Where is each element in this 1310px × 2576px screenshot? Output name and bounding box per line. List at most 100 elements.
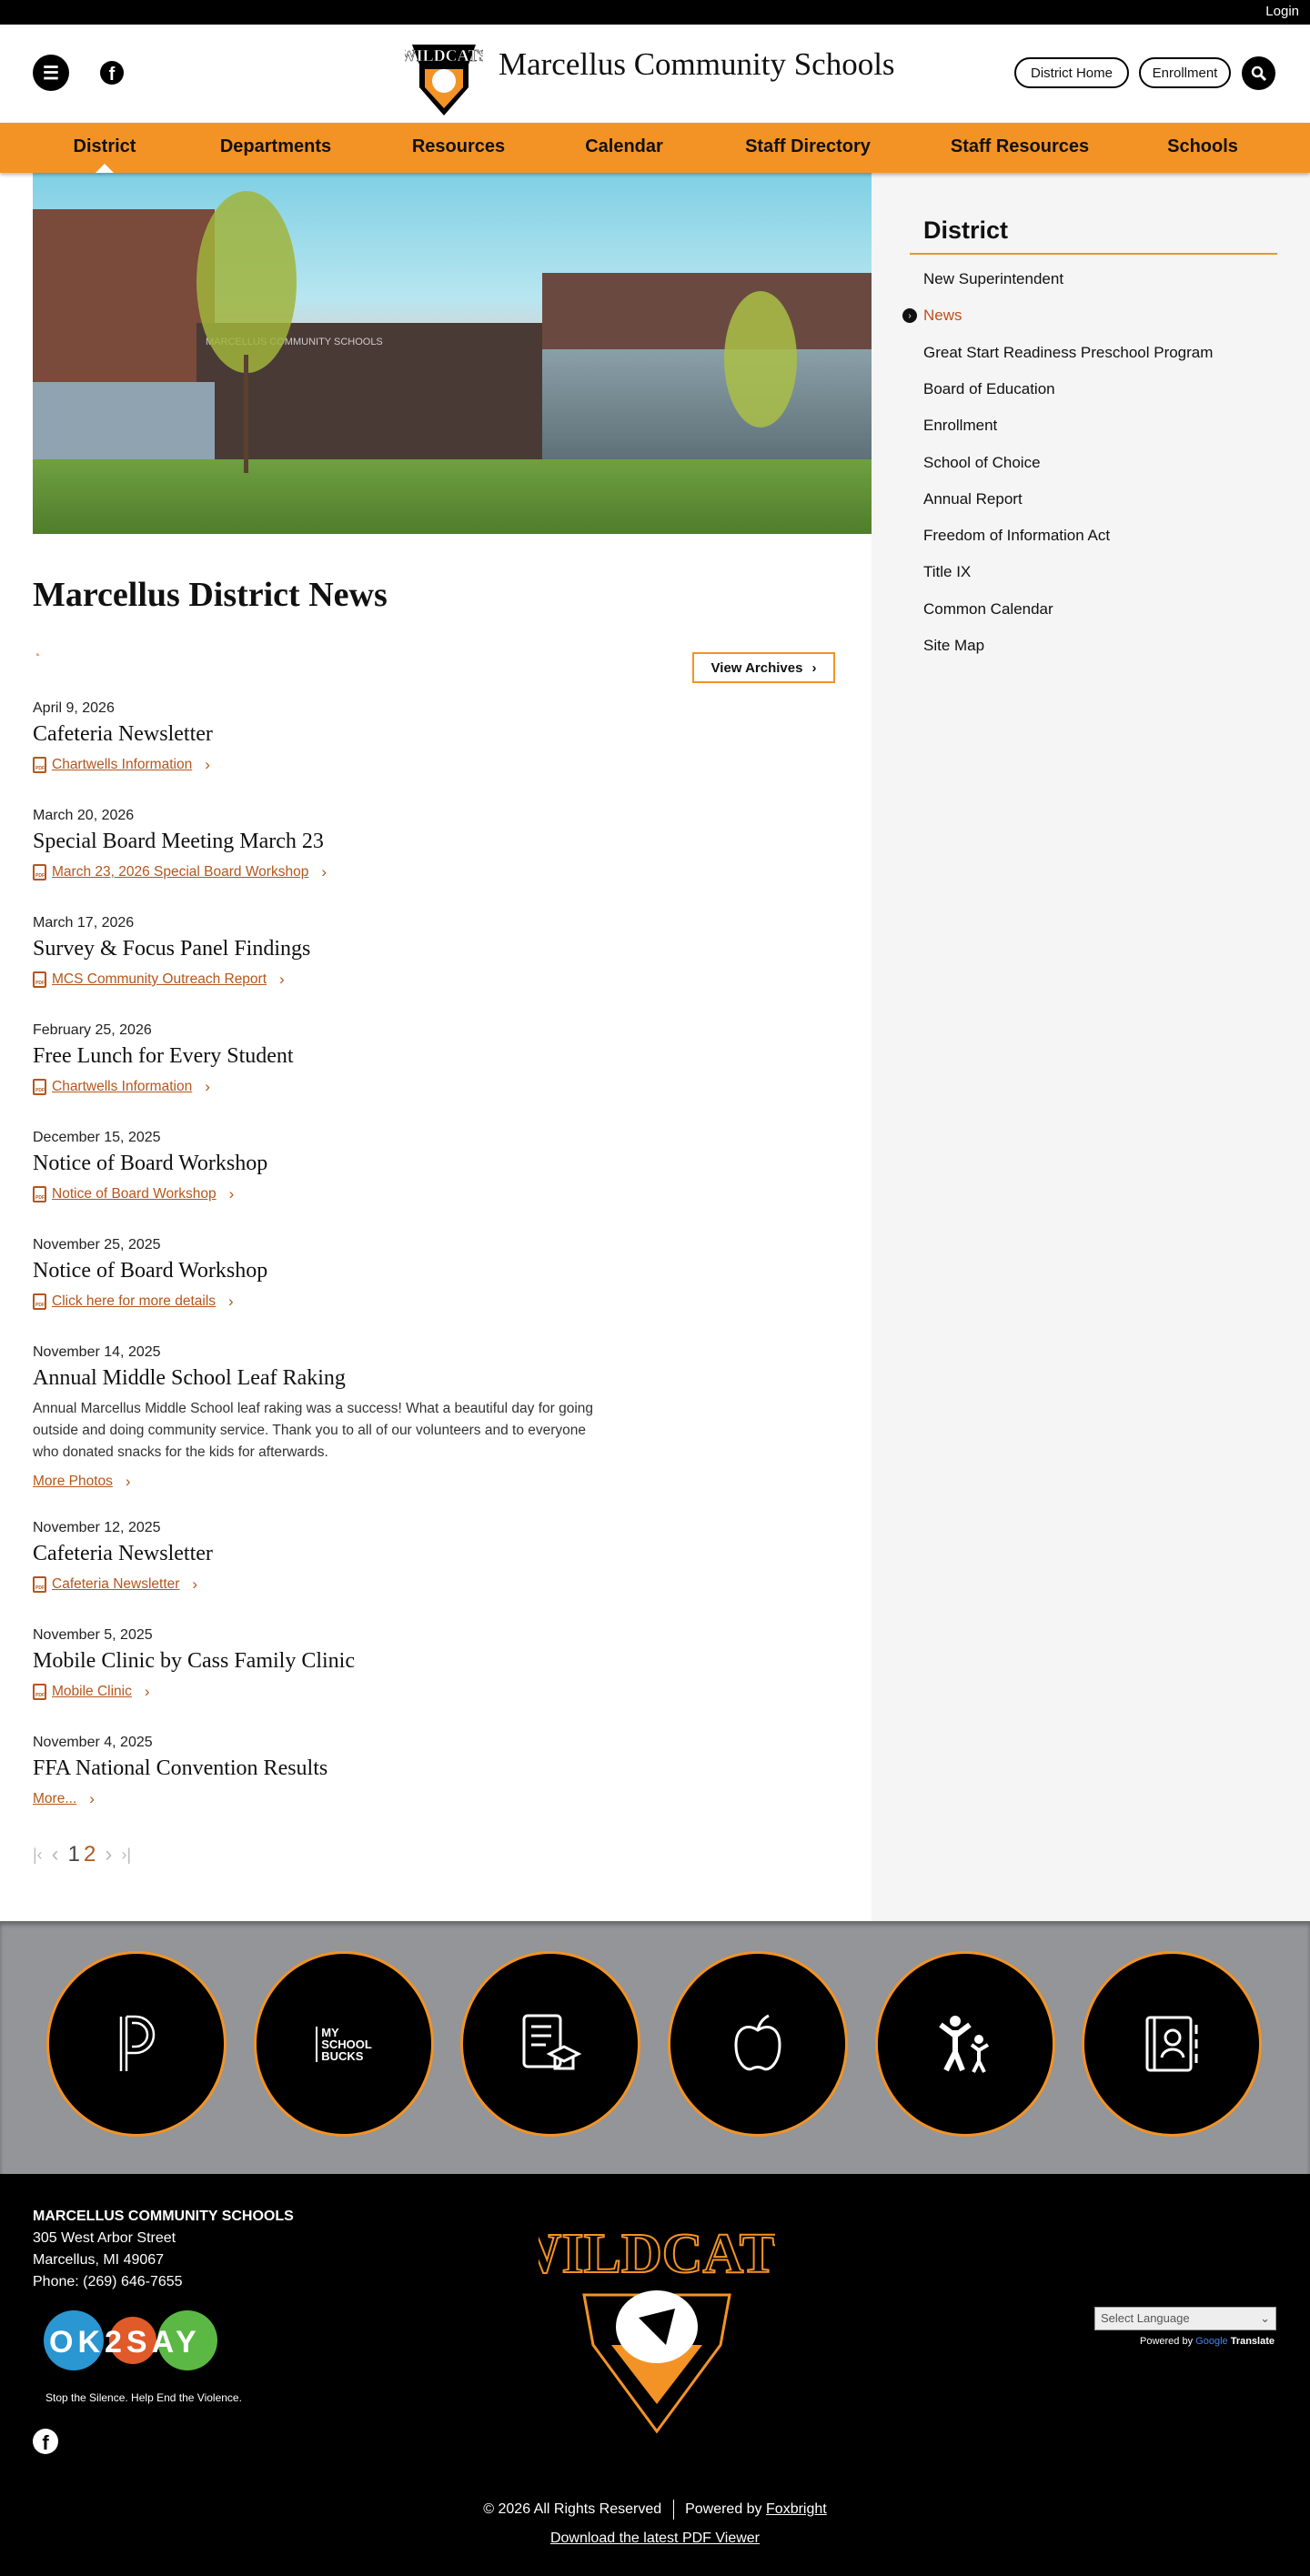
chevron-right-icon: › [279,971,285,988]
sidebar-item[interactable]: Enrollment [923,417,997,435]
quicklink-powerschool[interactable] [46,1951,227,2137]
sidebar-item[interactable]: Annual Report [923,490,1023,508]
facebook-icon[interactable]: f [33,2429,58,2454]
parent-child-icon [939,2016,990,2073]
news-link[interactable]: Mobile Clinic [52,1684,132,1700]
footer-phone[interactable]: Phone: (269) 646-7655 [33,2274,183,2290]
nav-calendar[interactable]: Calendar [585,136,663,157]
facebook-icon[interactable]: f [100,61,124,85]
chevron-right-icon: › [321,863,327,880]
login-link[interactable]: Login [1265,4,1299,19]
menu-button[interactable]: ☰ [33,55,69,91]
news-title[interactable]: Mobile Clinic by Cass Family Clinic [33,1649,597,1674]
news-link-row: PDF Cafeteria Newsletter › [33,1575,597,1594]
first-page-icon[interactable]: |‹ [33,1846,43,1865]
msb-line: SCHOOL [321,2037,372,2051]
powered-by: Powered by [685,2501,762,2518]
news-link[interactable]: Click here for more details [52,1293,216,1310]
pdf-icon: PDF [33,757,46,773]
news-link[interactable]: More Photos [33,1474,113,1490]
prev-page-icon[interactable]: ‹ [52,1842,59,1867]
news-title[interactable]: Special Board Meeting March 23 [33,830,597,854]
news-title[interactable]: Notice of Board Workshop [33,1152,597,1176]
apple-icon [734,2014,781,2071]
svg-text:WILDCATS: WILDCATS [405,46,483,65]
ok2say-logo[interactable]: OK2SAY Stop the Silence. Help End the Vi… [33,2310,242,2404]
sidebar-item[interactable]: Common Calendar [923,600,1053,619]
search-button[interactable] [1242,56,1275,90]
msb-line: BUCKS [321,2048,364,2063]
footer-address2: Marcellus, MI 49067 [33,2252,165,2268]
view-archives-button[interactable]: View Archives › [692,652,835,683]
news-date: December 15, 2025 [33,1130,161,1145]
last-page-icon[interactable]: ›| [121,1846,131,1865]
news-link[interactable]: Chartwells Information [52,757,192,773]
lawn [33,459,872,534]
sidebar-item[interactable]: School of Choice [923,454,1041,472]
quicklink-myschoolbucks[interactable]: MY SCHOOL BUCKS [254,1951,434,2137]
news-title[interactable]: Survey & Focus Panel Findings [33,937,597,961]
sidebar-item[interactable]: Freedom of Information Act [923,527,1110,545]
news-link[interactable]: More... [33,1791,76,1807]
quicklink-nutrition[interactable] [668,1951,848,2137]
district-home-button[interactable]: District Home [1014,57,1129,88]
news-title[interactable]: Cafeteria Newsletter [33,1542,597,1566]
building-right [542,273,872,464]
site-title[interactable]: Marcellus Community Schools [499,46,895,83]
news-title[interactable]: Annual Middle School Leaf Raking [33,1366,597,1391]
foxbright-link[interactable]: Foxbright [766,2501,827,2517]
sidebar-item[interactable]: New Superintendent [923,270,1063,288]
pdf-viewer-link[interactable]: Download the latest PDF Viewer [550,2531,760,2546]
report-card-icon [522,2014,582,2070]
news-title[interactable]: Cafeteria Newsletter [33,722,597,747]
quicklink-directory[interactable] [1082,1951,1262,2137]
news-item: November 14, 2025 Annual Middle School Le… [33,1344,597,1491]
nav-schools[interactable]: Schools [1167,136,1238,157]
news-title[interactable]: FFA National Convention Results [33,1756,597,1781]
news-date: April 9, 2026 [33,700,115,716]
news-link[interactable]: March 23, 2026 Special Board Workshop [52,864,308,880]
news-date: November 5, 2025 [33,1627,153,1643]
translate-link[interactable]: Translate [1231,2336,1275,2347]
chevron-right-icon: › [228,1293,234,1310]
chevron-bullet-icon: › [902,308,917,324]
sidebar-item[interactable]: Title IX [923,563,971,581]
next-page-icon[interactable]: › [105,1842,112,1867]
pdf-icon: PDF [33,1079,46,1095]
news-link[interactable]: Chartwells Information [52,1079,192,1095]
news-link[interactable]: Notice of Board Workshop [52,1186,217,1202]
sidebar-item[interactable]: Site Map [923,637,984,655]
nav-staff-directory[interactable]: Staff Directory [745,136,871,157]
windows-left [33,382,215,464]
nav-departments[interactable]: Departments [220,136,331,157]
page-2[interactable]: 2 [84,1842,96,1867]
svg-text:WILDCATS: WILDCATS [539,2223,775,2285]
page-1[interactable]: 1 [68,1842,80,1867]
news-link[interactable]: Cafeteria Newsletter [52,1576,179,1593]
divider [910,253,1277,255]
pdf-icon: PDF [33,971,46,988]
chevron-right-icon: › [205,1078,210,1095]
hamburger-icon: ☰ [43,63,59,84]
sidebar-item[interactable]: Board of Education [923,380,1055,398]
news-title[interactable]: Notice of Board Workshop [33,1259,597,1283]
news-date: March 17, 2026 [33,915,135,931]
nav-staff-resources[interactable]: Staff Resources [951,136,1089,157]
news-link[interactable]: MCS Community Outreach Report [52,971,267,988]
powerschool-icon [119,2015,156,2071]
page-title: Marcellus District News [33,576,388,614]
google-label: Google [1195,2336,1228,2347]
news-date: February 25, 2026 [33,1022,152,1038]
nav-district[interactable]: District [74,136,136,157]
nav-resources[interactable]: Resources [412,136,505,157]
news-title[interactable]: Free Lunch for Every Student [33,1044,597,1069]
tree [196,191,297,373]
rss-icon[interactable]: ◔ [33,648,40,662]
sidebar-item[interactable]: Great Start Readiness Preschool Program [923,344,1213,362]
view-archives-label: View Archives [710,659,803,676]
quicklink-parents[interactable] [875,1951,1055,2137]
language-select[interactable]: Select Language ⌄ [1094,2307,1276,2330]
enrollment-button[interactable]: Enrollment [1139,57,1231,88]
sidebar-item[interactable]: News [923,307,962,325]
quicklink-report-card[interactable] [460,1951,640,2137]
